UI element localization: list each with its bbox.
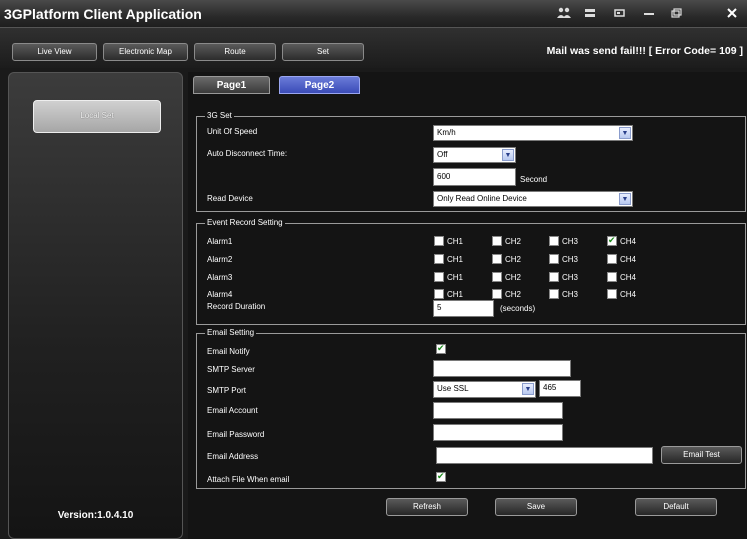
refresh-button[interactable]: Refresh [386,498,468,516]
channel-label: CH1 [447,255,464,264]
channel-label: CH3 [562,290,579,299]
smtp-server-label: SMTP Server [207,365,255,374]
channel-label: CH2 [505,273,522,282]
email-password-input[interactable] [433,424,563,441]
disconnect-value: Off [437,150,448,159]
alarm-channel-checkbox[interactable] [492,236,502,246]
version-label: Version:1.0.4.10 [57,510,134,521]
alarm-label: Alarm1 [207,237,233,246]
attach-file-checkbox[interactable] [436,471,446,482]
tab-live-view[interactable]: Live View [12,43,97,61]
alarm-channel-checkbox[interactable] [434,289,444,299]
email-account-input[interactable] [433,402,563,419]
restore-icon[interactable] [612,7,628,21]
smtp-port-label: SMTP Port [207,386,246,395]
alarm-channel-checkbox[interactable] [434,236,444,246]
record-duration-unit: (seconds) [500,304,536,313]
read-device-value: Only Read Online Device [437,194,527,203]
record-duration-input[interactable]: 5 [433,300,494,317]
email-address-label: Email Address [207,452,259,461]
save-button[interactable]: Save [495,498,577,516]
ssl-value: Use SSL [437,384,469,393]
alarm-channel-checkbox[interactable] [492,254,502,264]
title-bar: 3GPlatform Client Application [0,0,747,28]
alarm-channel-checkbox[interactable] [492,272,502,282]
alarm-label: Alarm3 [207,273,233,282]
tab-electronic-map[interactable]: Electronic Map [103,43,188,61]
speed-label: Unit Of Speed [207,127,258,136]
alarm-channel-checkbox[interactable] [607,289,617,299]
email-notify-label: Email Notify [207,347,250,356]
chevron-down-icon[interactable]: ▼ [619,127,631,139]
alarm-channel-checkbox[interactable] [607,272,617,282]
alarm-channel-checkbox[interactable] [434,272,444,282]
read-device-label: Read Device [207,194,253,203]
default-button[interactable]: Default [635,498,717,516]
dash-icon[interactable] [641,7,657,21]
channel-label: CH3 [562,273,579,282]
email-password-label: Email Password [207,430,265,439]
legend-email: Email Setting [205,328,257,337]
speed-value: Km/h [437,128,456,137]
alarm-channel-checkbox[interactable] [549,272,559,282]
tab-set[interactable]: Set [282,43,364,61]
channel-label: CH4 [620,237,637,246]
alarm-channel-checkbox[interactable] [607,254,617,264]
seconds-input[interactable]: 600 [433,168,516,186]
smtp-server-input[interactable] [433,360,571,377]
attach-file-label: Attach File When email [207,475,290,484]
channel-label: CH2 [505,290,522,299]
alarm-label: Alarm4 [207,290,233,299]
speed-select[interactable]: Km/h ▼ [433,125,633,141]
disconnect-label: Auto Disconnect Time: [207,149,288,158]
channel-label: CH1 [447,290,464,299]
legend-event-record: Event Record Setting [205,218,285,227]
status-message: Mail was send fail!!! [ Error Code= 109 … [546,45,743,57]
channel-label: CH4 [620,290,637,299]
channel-label: CH4 [620,273,637,282]
record-duration-label: Record Duration [207,302,266,311]
alarm-channel-checkbox[interactable] [492,289,502,299]
alarm-label: Alarm2 [207,255,233,264]
channel-label: CH2 [505,237,522,246]
alarm-channel-checkbox[interactable] [549,289,559,299]
email-notify-checkbox[interactable] [436,343,446,354]
email-test-button[interactable]: Email Test [661,446,742,464]
channel-label: CH3 [562,255,579,264]
legend-3g-set: 3G Set [205,111,234,120]
channel-label: CH2 [505,255,522,264]
channel-label: CH3 [562,237,579,246]
tab-route[interactable]: Route [194,43,276,61]
window-icon[interactable] [668,7,684,21]
channel-label: CH1 [447,273,464,282]
channel-label: CH4 [620,255,637,264]
smtp-port-input[interactable]: 465 [539,380,581,397]
chevron-down-icon[interactable]: ▼ [619,193,631,205]
email-address-input[interactable] [436,447,653,464]
local-set-button[interactable]: Local Set [33,100,161,133]
left-panel: Local Set Version:1.0.4.10 [8,72,183,539]
close-icon[interactable] [724,7,740,21]
alarm-channel-checkbox[interactable] [549,236,559,246]
users-icon[interactable] [556,7,572,21]
tab-page1[interactable]: Page1 [193,76,270,94]
chevron-down-icon[interactable]: ▼ [522,383,534,395]
disconnect-select[interactable]: Off ▼ [433,147,516,163]
minimize-icon[interactable] [582,7,598,21]
alarm-channel-checkbox[interactable] [607,235,617,246]
channel-label: CH1 [447,237,464,246]
read-device-select[interactable]: Only Read Online Device ▼ [433,191,633,207]
seconds-unit: Second [520,175,548,184]
app-title: 3GPlatform Client Application [4,6,202,22]
chevron-down-icon[interactable]: ▼ [502,149,514,161]
email-account-label: Email Account [207,406,258,415]
tab-page2[interactable]: Page2 [279,76,360,94]
alarm-channel-checkbox[interactable] [434,254,444,264]
alarm-channel-checkbox[interactable] [549,254,559,264]
nav-bar: Live View Electronic Map Route Set Mail … [0,28,747,68]
ssl-select[interactable]: Use SSL ▼ [433,381,536,398]
